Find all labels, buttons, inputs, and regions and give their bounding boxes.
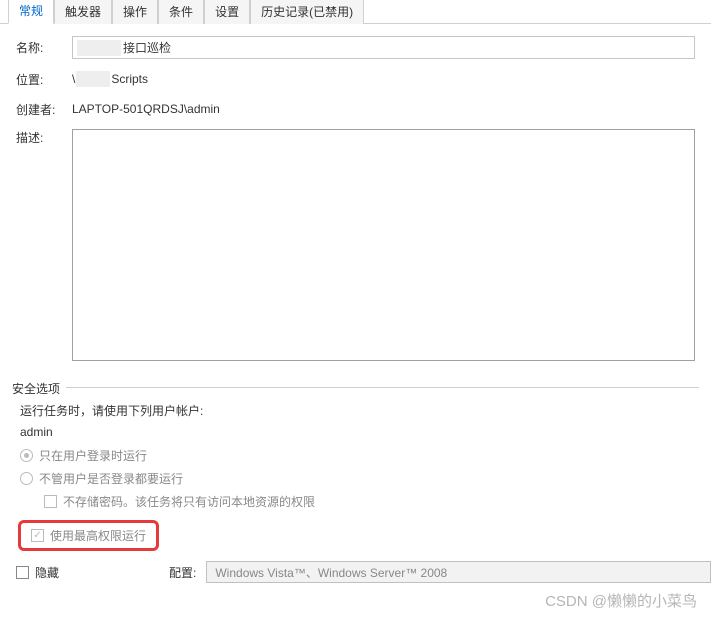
check-hidden-label: 隐藏 (35, 564, 59, 581)
check-no-password[interactable]: 不存储密码。该任务将只有访问本地资源的权限 (44, 493, 695, 510)
radio-run-any-label: 不管用户是否登录都要运行 (39, 470, 183, 487)
radio-run-any[interactable]: 不管用户是否登录都要运行 (20, 470, 695, 487)
general-form: 名称: 接口巡检 位置: \ Scripts 创建者: LAPTOP-501QR… (0, 24, 711, 379)
check-no-password-label: 不存储密码。该任务将只有访问本地资源的权限 (63, 493, 315, 510)
tab-history[interactable]: 历史记录(已禁用) (250, 0, 364, 24)
radio-run-logged-on[interactable]: 只在用户登录时运行 (20, 447, 695, 464)
name-field[interactable]: 接口巡检 (72, 36, 695, 59)
security-options-legend: 安全选项 (12, 380, 66, 397)
tab-general[interactable]: 常规 (8, 0, 54, 24)
tab-bar: 常规 触发器 操作 条件 设置 历史记录(已禁用) (0, 0, 711, 24)
location-suffix: Scripts (111, 72, 148, 86)
check-highest-privileges[interactable]: ✓ 使用最高权限运行 (31, 527, 146, 544)
tab-settings[interactable]: 设置 (204, 0, 250, 24)
security-options-group: 安全选项 运行任务时，请使用下列用户帐户: admin 只在用户登录时运行 不管… (12, 387, 699, 557)
author-label: 创建者: (16, 101, 64, 118)
check-highest-privileges-label: 使用最高权限运行 (50, 527, 146, 544)
configure-for-value: Windows Vista™、Windows Server™ 2008 (215, 564, 447, 581)
redacted-location-mid (76, 71, 110, 87)
tab-conditions[interactable]: 条件 (158, 0, 204, 24)
highlight-highest-privileges: ✓ 使用最高权限运行 (18, 520, 159, 551)
checkbox-icon (16, 566, 29, 579)
checkbox-icon (44, 495, 57, 508)
run-as-prompt: 运行任务时，请使用下列用户帐户: (20, 402, 695, 419)
location-value: \ Scripts (72, 71, 695, 87)
tab-triggers[interactable]: 触发器 (54, 0, 112, 24)
radio-icon (20, 472, 33, 485)
name-label: 名称: (16, 39, 64, 56)
location-label: 位置: (16, 71, 64, 88)
location-prefix: \ (72, 72, 75, 86)
redacted-name-prefix (77, 40, 121, 56)
name-suffix: 接口巡检 (123, 39, 171, 56)
checkbox-icon: ✓ (31, 529, 44, 542)
author-value: LAPTOP-501QRDSJ\admin (72, 102, 695, 116)
configure-for-label: 配置: (169, 564, 196, 581)
description-field[interactable] (72, 129, 695, 361)
configure-for-select[interactable]: Windows Vista™、Windows Server™ 2008 (206, 561, 711, 583)
description-label: 描述: (16, 129, 64, 146)
tab-actions[interactable]: 操作 (112, 0, 158, 24)
bottom-row: 隐藏 配置: Windows Vista™、Windows Server™ 20… (16, 561, 711, 583)
watermark: CSDN @懒懒的小菜鸟 (545, 590, 697, 611)
run-as-account: admin (20, 425, 695, 439)
radio-icon (20, 449, 33, 462)
check-hidden[interactable]: 隐藏 (16, 564, 59, 581)
radio-run-logged-on-label: 只在用户登录时运行 (39, 447, 147, 464)
